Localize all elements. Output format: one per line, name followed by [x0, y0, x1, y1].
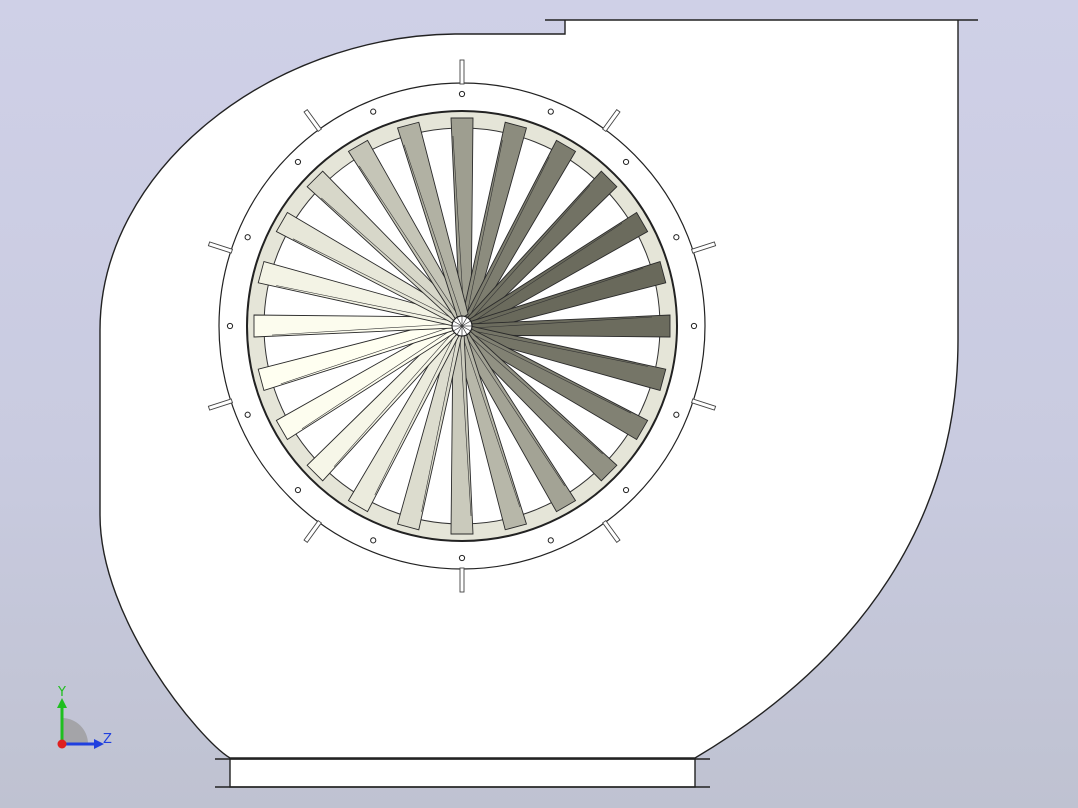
- coordinate-triad: Y Z: [57, 685, 112, 749]
- bolt-hole: [370, 537, 377, 544]
- flange-stud: [459, 59, 465, 85]
- bolt-hole: [547, 537, 554, 544]
- bolt-hole: [294, 158, 302, 166]
- bolt-hole: [547, 108, 554, 115]
- graphics-viewport[interactable]: Y Z: [0, 0, 1078, 808]
- bolt-hole: [673, 234, 680, 241]
- base-frame[interactable]: [215, 758, 710, 788]
- bolt-hole: [458, 554, 466, 562]
- flange-stud: [459, 567, 465, 593]
- bolt-hole: [294, 486, 302, 494]
- bolt-hole: [244, 411, 251, 418]
- impeller-hub[interactable]: [451, 315, 473, 337]
- bolt-hole: [244, 234, 251, 241]
- bolt-hole: [370, 108, 377, 115]
- base-rail[interactable]: [229, 758, 696, 788]
- bolt-hole: [673, 411, 680, 418]
- z-axis-label: Z: [103, 732, 112, 747]
- bolt-hole: [622, 158, 630, 166]
- fan-model-view[interactable]: [0, 0, 1078, 808]
- bolt-hole: [690, 322, 698, 330]
- x-axis-dot-icon: [57, 739, 67, 749]
- bolt-hole: [226, 322, 234, 330]
- triad-shade-icon: [62, 718, 88, 744]
- bolt-hole: [458, 90, 466, 98]
- bolt-hole: [622, 486, 630, 494]
- y-axis-label: Y: [57, 685, 66, 700]
